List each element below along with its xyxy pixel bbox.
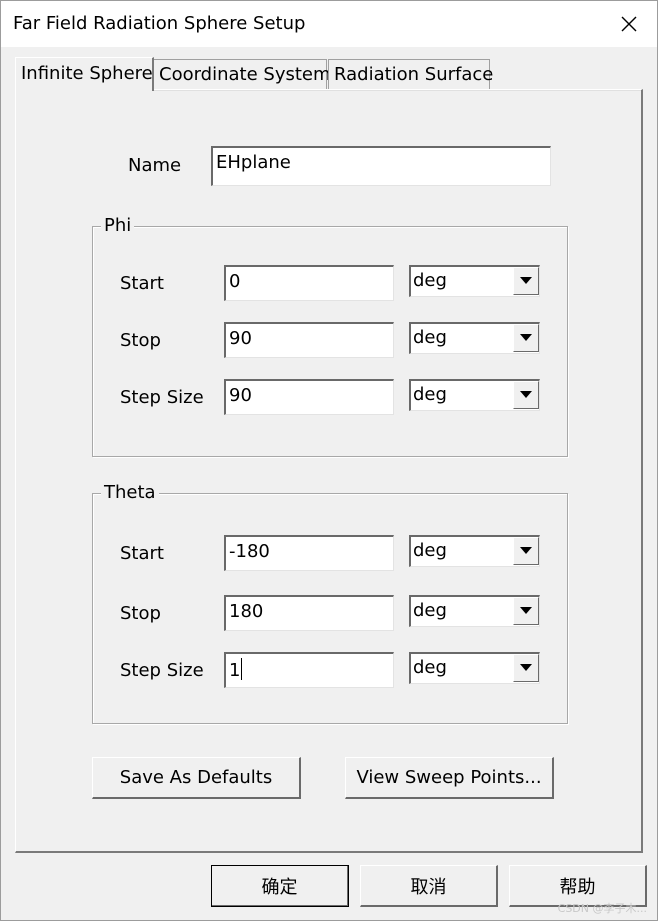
close-button[interactable] (601, 1, 657, 47)
name-label: Name (128, 155, 182, 176)
theta-step-input[interactable]: 1 (224, 652, 394, 688)
window-title: Far Field Radiation Sphere Setup (13, 13, 306, 34)
chevron-down-icon[interactable] (513, 267, 539, 295)
view-sweep-points-button[interactable]: View Sweep Points... (345, 757, 554, 799)
chevron-down-icon[interactable] (513, 654, 539, 682)
cancel-button[interactable]: 取消 (360, 865, 498, 907)
tab-coordinate-system[interactable]: Coordinate System (153, 59, 331, 89)
theta-start-unit-select[interactable]: deg (409, 535, 540, 567)
theta-step-unit: deg (413, 657, 447, 678)
title-bar: Far Field Radiation Sphere Setup (1, 1, 657, 47)
theta-step-value: 1 (229, 660, 241, 681)
tab-radiation-surface[interactable]: Radiation Surface (328, 59, 493, 89)
tab-infinite-sphere[interactable]: Infinite Sphere (15, 57, 154, 91)
phi-start-unit-select[interactable]: deg (409, 265, 540, 297)
theta-start-unit: deg (413, 540, 447, 561)
phi-step-input[interactable]: 90 (224, 379, 394, 415)
dialog-window: Far Field Radiation Sphere Setup Coordin… (0, 0, 658, 921)
phi-stop-input[interactable]: 90 (224, 322, 394, 358)
watermark: CSDN @李子木... (557, 902, 647, 915)
phi-start-label: Start (120, 273, 164, 294)
theta-start-label: Start (120, 543, 164, 564)
phi-step-unit: deg (413, 384, 447, 405)
chevron-down-icon[interactable] (513, 537, 539, 565)
close-icon (621, 16, 637, 32)
tab-panel (15, 89, 643, 853)
theta-step-unit-select[interactable]: deg (409, 652, 540, 684)
chevron-down-icon[interactable] (513, 381, 539, 409)
phi-stop-label: Stop (120, 330, 161, 351)
theta-stop-input[interactable]: 180 (224, 595, 394, 631)
phi-step-label: Step Size (120, 387, 204, 408)
theta-stop-unit: deg (413, 600, 447, 621)
phi-start-unit: deg (413, 270, 447, 291)
phi-group-title: Phi (101, 215, 135, 237)
chevron-down-icon[interactable] (513, 597, 539, 625)
phi-stop-unit-select[interactable]: deg (409, 322, 540, 354)
name-input[interactable]: EHplane (211, 146, 551, 186)
chevron-down-icon[interactable] (513, 324, 539, 352)
ok-button[interactable]: 确定 (211, 865, 349, 907)
theta-stop-label: Stop (120, 603, 161, 624)
save-as-defaults-button[interactable]: Save As Defaults (92, 757, 301, 799)
text-caret (241, 658, 243, 680)
theta-group-title: Theta (101, 482, 159, 504)
phi-step-unit-select[interactable]: deg (409, 379, 540, 411)
theta-stop-unit-select[interactable]: deg (409, 595, 540, 627)
theta-start-input[interactable]: -180 (224, 535, 394, 571)
phi-start-input[interactable]: 0 (224, 265, 394, 301)
phi-stop-unit: deg (413, 327, 447, 348)
theta-step-label: Step Size (120, 660, 204, 681)
